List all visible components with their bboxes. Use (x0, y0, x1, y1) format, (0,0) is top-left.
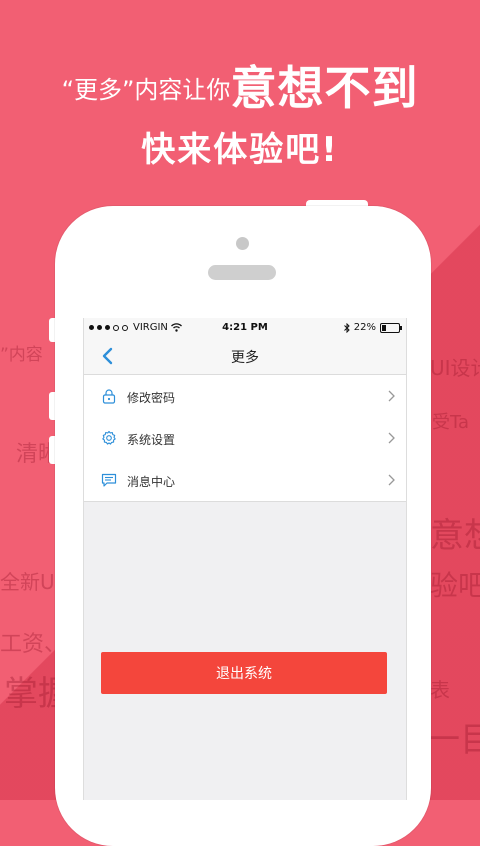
bg-word: ”内容 (0, 345, 43, 365)
battery-icon (380, 322, 402, 333)
menu-item-system-settings[interactable]: 系统设置 (84, 417, 406, 459)
gear-icon (102, 430, 116, 445)
phone-speaker (208, 265, 276, 280)
menu-item-change-password[interactable]: 修改密码 (84, 375, 406, 417)
bluetooth-icon (343, 322, 350, 333)
menu-item-label: 修改密码 (127, 391, 176, 405)
promo-subheadline: 快来体验吧! (141, 130, 339, 170)
settings-menu: 修改密码 系统设置 消息中心 (84, 375, 406, 502)
page-title: 更多 (231, 350, 259, 366)
promo-headline-small: “更多”内容让你 (61, 76, 231, 104)
lock-icon (102, 389, 116, 404)
message-icon (101, 473, 117, 487)
bg-word: UI设计 (430, 356, 480, 380)
chevron-right-icon (388, 390, 395, 402)
bg-word: 全新U (0, 570, 55, 594)
bg-word: 受Ta (432, 412, 470, 433)
chevron-right-icon (388, 432, 395, 444)
status-bar: VIRGIN 4:21 PM 22% (84, 318, 406, 338)
bg-word: 意想 (430, 516, 480, 556)
bg-word: 一目 (426, 720, 480, 760)
promo-headline-big: 意想不到 (230, 61, 419, 115)
chevron-right-icon (388, 474, 395, 486)
phone-screen: VIRGIN 4:21 PM 22% 更多 修改密码 系统设置 消息中心 退出系… (83, 318, 407, 800)
menu-item-message-center[interactable]: 消息中心 (84, 459, 406, 501)
menu-item-label: 系统设置 (127, 433, 176, 447)
promo-headline: “更多”内容让你意想不到 (0, 52, 480, 118)
phone-camera (236, 237, 249, 250)
logout-button[interactable]: 退出系统 (101, 652, 387, 694)
battery-percent: 22% (353, 322, 376, 333)
bg-word: 验吧 (430, 569, 480, 602)
menu-item-label: 消息中心 (127, 475, 176, 489)
status-right: 22% (343, 322, 402, 333)
bg-word: 表 (430, 678, 450, 702)
nav-bar: 更多 (84, 338, 406, 375)
